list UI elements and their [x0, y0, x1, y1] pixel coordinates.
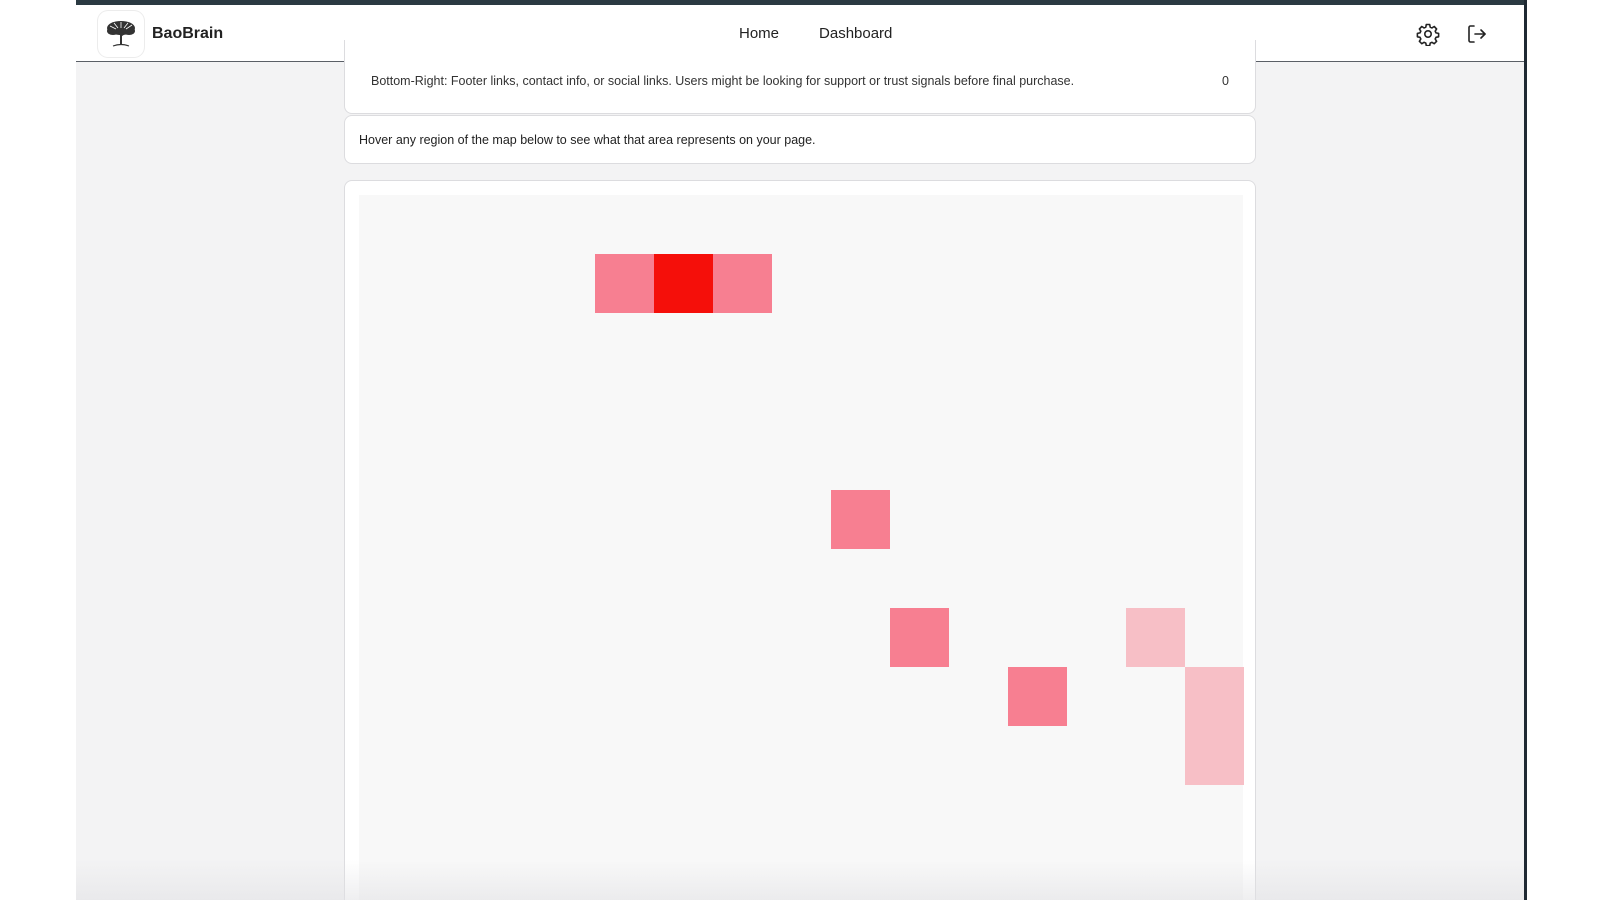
regions-table-card: Bottom-Right: Footer links, contact info… — [344, 40, 1256, 114]
heatmap-card — [344, 180, 1256, 900]
brand[interactable]: BaoBrain — [98, 11, 223, 57]
app-window: BaoBrain Home Dashboard Bottom-Right: Fo… — [76, 0, 1524, 900]
heatmap-hint: Hover any region of the map below to see… — [359, 133, 816, 147]
heatmap-hint-card: Hover any region of the map below to see… — [344, 115, 1256, 164]
heatmap-cell-medium[interactable] — [713, 254, 772, 313]
region-click-count: 0 — [1222, 74, 1229, 88]
heatmap-cell-low[interactable] — [1185, 726, 1244, 785]
heatmap-cell-low[interactable] — [1126, 608, 1185, 667]
heatmap-cell-medium[interactable] — [831, 490, 890, 549]
region-description: Bottom-Right: Footer links, contact info… — [371, 74, 1075, 88]
heatmap-cell-medium[interactable] — [890, 608, 949, 667]
heatmap-cell-low[interactable] — [1185, 667, 1244, 726]
heatmap-canvas[interactable] — [359, 195, 1244, 900]
brand-name: BaoBrain — [152, 25, 224, 42]
gear-icon[interactable] — [1416, 22, 1440, 47]
heatmap-cell-medium[interactable] — [595, 254, 654, 313]
logout-icon[interactable] — [1465, 22, 1489, 46]
tree-icon — [98, 11, 144, 57]
heatmap-cell-medium[interactable] — [1008, 667, 1067, 726]
window-edge — [1524, 0, 1527, 900]
heatmap-cell-high[interactable] — [654, 254, 713, 313]
